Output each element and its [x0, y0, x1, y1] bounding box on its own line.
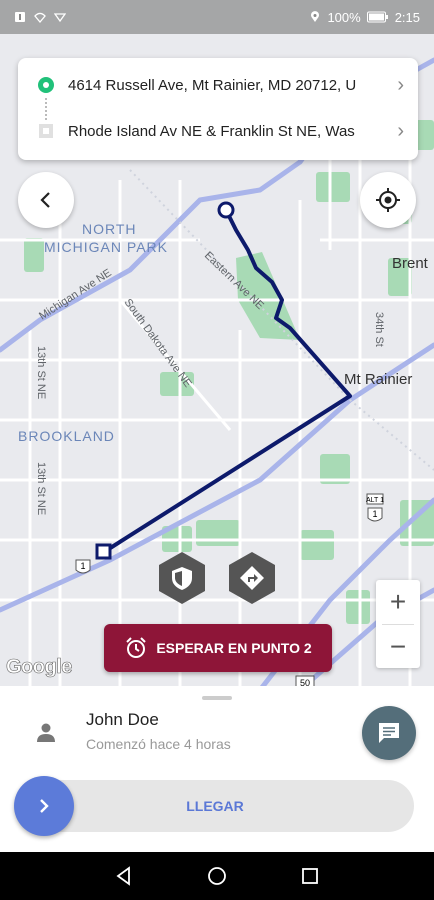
destination-address: Rhode Island Av NE & Franklin St NE, Was — [68, 122, 355, 140]
wait-at-point-button[interactable]: ESPERAR EN PUNTO 2 — [104, 624, 332, 672]
directions-button[interactable] — [225, 551, 279, 605]
location-icon — [311, 11, 320, 22]
alarm-clock-icon — [126, 637, 147, 658]
chevron-right-icon: › — [397, 73, 404, 96]
arrive-slider-handle[interactable] — [14, 776, 74, 836]
back-arrow-icon — [40, 192, 50, 208]
battery-percent: 100% — [327, 9, 361, 25]
my-location-button[interactable] — [360, 172, 416, 228]
map-label-brookland: BROOKLAND — [18, 428, 115, 444]
chevron-right-icon — [40, 799, 49, 813]
map-label-michigan-park: MICHIGAN PARK — [44, 239, 168, 255]
map-label-13th-st-a: 13th St NE — [35, 346, 47, 399]
map-label-mt-rainier: Mt Rainier — [344, 371, 412, 388]
safety-button[interactable] — [155, 551, 209, 605]
user-status: Comenzó hace 4 horas — [86, 736, 231, 752]
map-label-north: NORTH — [82, 221, 137, 237]
chat-button[interactable] — [362, 706, 416, 760]
route-end-marker — [95, 543, 112, 560]
nav-back-icon[interactable] — [114, 866, 134, 886]
origin-address: 4614 Russell Ave, Mt Rainier, MD 20712, … — [68, 76, 357, 94]
destination-row[interactable]: Rhode Island Av NE & Franklin St NE, Was… — [18, 106, 418, 156]
origin-row[interactable]: 4614 Russell Ave, Mt Rainier, MD 20712, … — [18, 60, 418, 110]
zoom-out-button[interactable]: − — [376, 625, 420, 669]
battery-icon — [366, 11, 388, 23]
origin-dot-icon — [38, 77, 54, 93]
svg-text:1: 1 — [80, 561, 85, 571]
map-label-13th-st-b: 13th St NE — [35, 462, 47, 515]
google-logo: Google — [6, 656, 73, 679]
person-icon — [37, 723, 55, 742]
wait-button-label: ESPERAR EN PUNTO 2 — [156, 640, 312, 656]
route-card: 4614 Russell Ave, Mt Rainier, MD 20712, … — [18, 58, 418, 160]
clock: 2:15 — [394, 9, 420, 25]
arrive-label: LLEGAR — [186, 798, 244, 814]
map-label-brent: Brent — [392, 255, 429, 272]
notification-icon — [15, 12, 25, 22]
destination-square-icon — [39, 124, 53, 138]
route-start-marker — [217, 201, 235, 219]
status-bar: 100% 2:15 — [0, 0, 434, 34]
nav-recents-icon[interactable] — [300, 866, 320, 886]
zoom-controls: + − — [376, 580, 420, 668]
sheet-handle[interactable] — [202, 696, 232, 700]
bottom-sheet: John Doe Comenzó hace 4 horas LLEGAR — [0, 686, 434, 852]
user-name: John Doe — [86, 710, 159, 729]
app-screen: Eastern Ave NE Michigan Ave NE South Dak… — [0, 0, 434, 900]
svg-text:ALT 1: ALT 1 — [366, 497, 384, 504]
wifi-icon — [34, 12, 46, 23]
crosshair-icon — [376, 188, 400, 212]
system-nav-bar — [0, 852, 434, 900]
svg-text:1: 1 — [372, 509, 377, 519]
back-button[interactable] — [18, 172, 74, 228]
zoom-in-button[interactable]: + — [376, 580, 420, 624]
map-label-34th-st: 34th St — [373, 312, 385, 347]
chevron-right-icon: › — [397, 119, 404, 142]
nav-home-icon[interactable] — [207, 866, 227, 886]
arrive-slider[interactable]: LLEGAR — [14, 776, 414, 836]
chat-icon — [379, 723, 399, 743]
signal-icon — [54, 13, 66, 23]
